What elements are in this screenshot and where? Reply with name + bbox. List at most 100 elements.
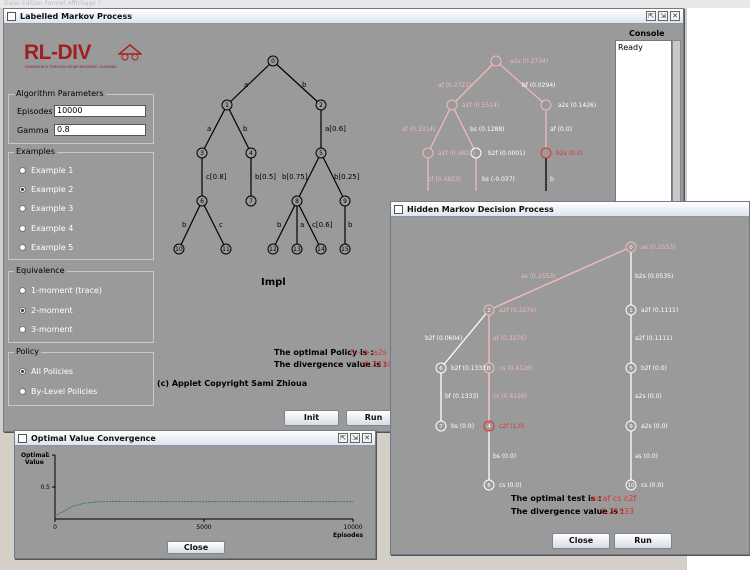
radio-dot-selected: [19, 368, 26, 375]
hmdp-node-label: bs (0.0): [451, 423, 474, 430]
episodes-label: Episodes: [17, 107, 53, 116]
impl-edge-label: c[0.6]: [312, 221, 333, 229]
example-4-radio[interactable]: Example 4: [19, 224, 73, 233]
hmdp-node-label: b2f (0.0): [641, 365, 667, 372]
impl-node: 15: [341, 246, 349, 253]
hmdp-node-id: 5: [629, 366, 633, 372]
x-tick-label: 10000: [343, 524, 362, 531]
impl-tree: 0 1 2 3 4 5 6 7 8 9 10 11 12 13 14 15 a …: [173, 55, 360, 255]
impl-node: 13: [293, 246, 301, 253]
hmdp-edge-label: cs (0.4126): [493, 393, 527, 400]
gamma-input[interactable]: 0.8: [54, 124, 146, 136]
window-icon: [18, 433, 27, 443]
impl-edge-label: b[0.75]: [282, 173, 308, 181]
spec-label: bs (0.1288): [470, 126, 505, 133]
impl-edge-label: b[0.25]: [334, 173, 360, 181]
minimize-icon[interactable]: ⇱: [646, 11, 656, 21]
convergence-series-line: [54, 500, 354, 517]
logo-tree-icon: [118, 44, 142, 61]
episodes-input[interactable]: 10000: [54, 105, 146, 117]
close-icon[interactable]: ✕: [362, 433, 372, 443]
spec-label: b: [550, 176, 554, 183]
hmdp-edge-label: a2f (0.1111): [635, 335, 672, 342]
impl-node: 11: [222, 246, 230, 253]
spec-label: b2f (0.0001): [488, 150, 525, 157]
impl-node: 5: [319, 150, 323, 157]
radio-dot: [19, 326, 26, 333]
x-tick-label: 0: [53, 524, 57, 531]
impl-node: 1: [225, 102, 229, 109]
radio-dot: [19, 225, 26, 232]
convergence-titlebar[interactable]: Optimal Value Convergence ⇱ ⇲ ✕: [15, 431, 375, 446]
radio-dot: [19, 205, 26, 212]
radio-dot: [19, 388, 26, 395]
minimize-icon[interactable]: ⇱: [338, 433, 348, 443]
optimal-test-value: as af cs c2f: [591, 494, 637, 503]
console-text: Ready: [618, 43, 643, 52]
impl-edge-label: a: [244, 81, 248, 89]
spec-label: cf (0.4823): [428, 176, 461, 183]
impl-node: 14: [317, 246, 325, 253]
close-icon[interactable]: ✕: [670, 11, 680, 21]
spec-label: a2s (0.2734): [510, 58, 548, 65]
algorithm-parameters-legend: Algorithm Parameters: [14, 89, 106, 98]
hmdp-edge-label: bs (0.0): [493, 453, 516, 460]
equivalence-legend: Equivalence: [14, 266, 67, 275]
moment-1-radio[interactable]: 1-moment (trace): [19, 286, 102, 295]
by-level-policies-radio[interactable]: By-Level Policies: [19, 387, 97, 396]
hmdp-node-id: 9: [629, 424, 633, 430]
window-icon: [394, 204, 403, 214]
copyright-text: (c) Applet Copyright Sami Zhioua: [157, 379, 308, 388]
impl-edge-label: c[0.8]: [206, 173, 227, 181]
hmdp-node-label: as (0.2553): [641, 244, 675, 251]
all-policies-radio[interactable]: All Policies: [19, 367, 73, 376]
hmdp-edge-label: bf (0.1333): [445, 393, 479, 400]
console-scrollbar[interactable]: [672, 40, 681, 210]
maximize-icon[interactable]: ⇲: [658, 11, 668, 21]
gamma-label: Gamma: [17, 126, 49, 135]
impl-edge-label: a: [207, 125, 211, 133]
hidden-markov-window: Hidden Markov Decision Process 0 2 1 6 3…: [390, 201, 750, 555]
hidden-close-button[interactable]: Close: [552, 533, 610, 549]
examples-legend: Examples: [14, 147, 57, 156]
hmdp-edge-label: b2s (0.0535): [635, 273, 673, 280]
example-1-radio[interactable]: Example 1: [19, 166, 73, 175]
impl-node: 6: [200, 198, 204, 205]
hmdp-node-label: cs (0.0): [641, 482, 664, 489]
maximize-icon[interactable]: ⇲: [350, 433, 360, 443]
impl-edge-label: a[0.6]: [325, 125, 346, 133]
hmdp-node-id: 6: [439, 366, 443, 372]
hmdp-tree: 0 2 1 6 3 5 7 4 9 8 10 as (0.2553) a2f (…: [425, 241, 678, 491]
radio-dot-selected: [19, 307, 26, 314]
spec-label: af (0.0): [550, 126, 572, 133]
x-axis-label: Episodes: [333, 532, 364, 539]
examples-panel: Examples Example 1 Example 2 Example 3 E…: [8, 147, 154, 260]
spec-label: bf (0.0294): [522, 82, 556, 89]
console-output[interactable]: Ready: [615, 40, 672, 210]
example-3-radio[interactable]: Example 3: [19, 204, 73, 213]
spec-label: a1f (0.5514): [462, 102, 499, 109]
impl-node: 8: [295, 198, 299, 205]
hmdp-node-id: 1: [629, 308, 633, 314]
moment-3-radio[interactable]: 3-moment: [19, 325, 73, 334]
policy-legend: Policy: [14, 347, 42, 356]
example-2-radio[interactable]: Example 2: [19, 185, 73, 194]
impl-edge-label: b: [182, 221, 187, 229]
hidden-run-button[interactable]: Run: [614, 533, 672, 549]
hmdp-edge-label: as (0.2553): [521, 273, 555, 280]
moment-2-radio[interactable]: 2-moment: [19, 306, 73, 315]
hmdp-node-id: 8: [487, 483, 491, 489]
impl-node: 9: [343, 198, 347, 205]
example-5-radio[interactable]: Example 5: [19, 243, 73, 252]
init-button[interactable]: Init: [284, 410, 339, 426]
policy-panel: Policy All Policies By-Level Policies: [8, 347, 154, 406]
impl-label: Impl: [261, 277, 286, 288]
impl-node: 12: [269, 246, 277, 253]
hmdp-node-label: cs (0.4126): [499, 365, 533, 372]
impl-edge-label: a: [300, 221, 304, 229]
convergence-close-button[interactable]: Close: [167, 541, 225, 554]
hmdp-node-label: a2f (0.3276): [499, 307, 536, 314]
radio-dot-selected: [19, 186, 26, 193]
hidden-markov-titlebar[interactable]: Hidden Markov Decision Process: [391, 202, 749, 217]
main-titlebar[interactable]: Labelled Markov Process ⇱ ⇲ ✕: [4, 9, 683, 24]
